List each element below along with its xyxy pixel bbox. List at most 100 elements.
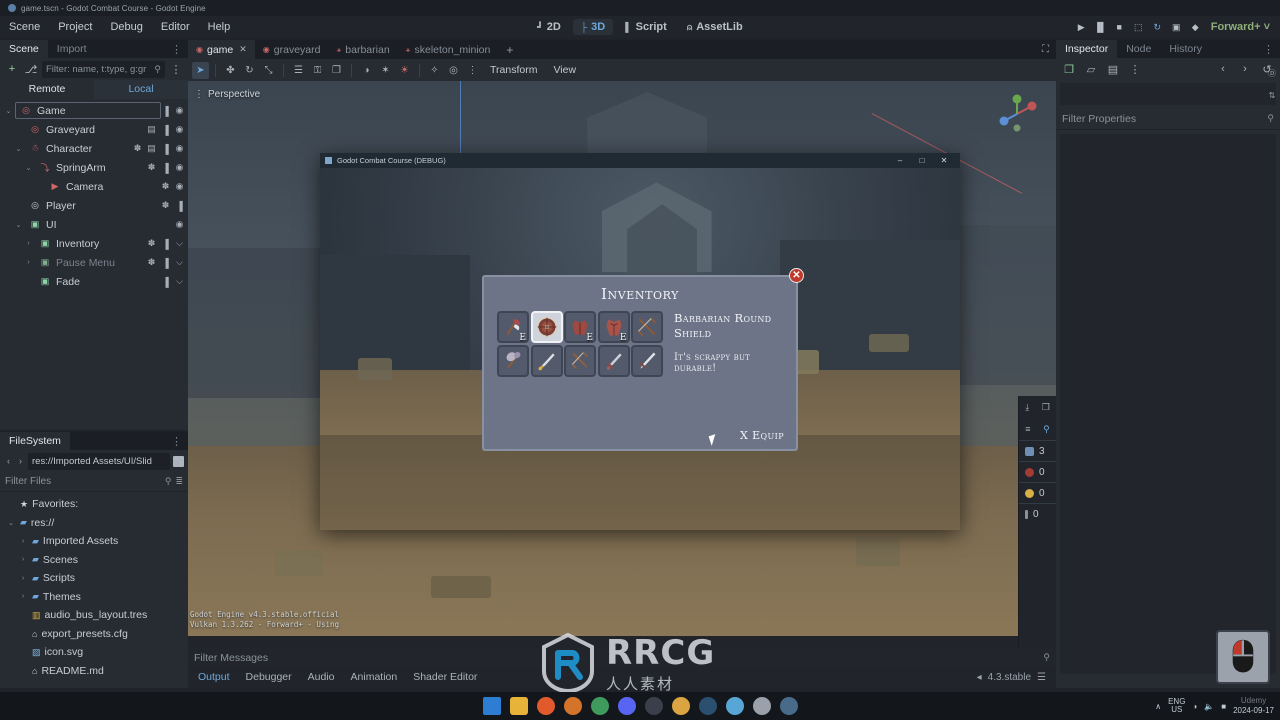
rotate-mode-icon[interactable]: ↻ — [241, 62, 258, 79]
expand-bottom-panel-icon[interactable]: ⛶ — [1035, 44, 1056, 55]
info-count[interactable]: 0 — [1019, 503, 1056, 524]
inventory-slot-battle-axe[interactable]: E — [497, 311, 529, 343]
lock-icon[interactable]: ⚿ — [309, 62, 326, 79]
script-icon[interactable]: ▐ — [161, 239, 170, 249]
game-canvas[interactable]: ✕ Inventory E E E Barbarian Round Shield I… — [320, 168, 960, 530]
viewport-perspective-label[interactable]: ⋮ Perspective — [194, 89, 260, 100]
scene-tree-item-inventory[interactable]: › ▣ Inventory ✽ ▐ ⌵ — [0, 234, 188, 253]
filter-messages-input[interactable]: Filter Messages ⚲ — [188, 648, 1056, 667]
brave-icon[interactable] — [563, 697, 582, 715]
scene-tab-skeleton-minion[interactable]: ⚹ skeleton_minion — [398, 40, 499, 59]
chevron-up-icon[interactable]: ∧ — [1155, 702, 1161, 711]
expander-icon[interactable]: ⌄ — [13, 145, 24, 153]
movie-writer-icon[interactable]: ⬚ — [1129, 18, 1148, 37]
script-icon[interactable]: ▐ — [161, 144, 170, 154]
filesystem-item-imported-assets[interactable]: › ▰ Imported Assets — [0, 532, 188, 551]
filesystem-item-readme-md[interactable]: ⌂ README.md — [0, 662, 188, 681]
tab-2d[interactable]: ┛ 2D — [529, 19, 568, 35]
ruler-icon[interactable]: ◑ — [358, 62, 375, 79]
script-icon[interactable]: ▐ — [161, 258, 170, 268]
script-icon[interactable]: ▐ — [175, 201, 184, 211]
history-prev-icon[interactable]: ‹ — [1215, 61, 1231, 77]
scene-tree-options-icon[interactable]: ⋮ — [168, 61, 184, 77]
resource-menu-icon[interactable]: ⋮ — [1127, 61, 1143, 77]
play-custom-scene-icon[interactable]: ◆ — [1186, 18, 1205, 37]
inventory-slot-long-sword[interactable] — [631, 344, 663, 377]
tab-import[interactable]: Import — [48, 40, 96, 58]
viewport-menu-transform[interactable]: Transform — [483, 64, 544, 76]
expander-icon[interactable]: ⌄ — [3, 107, 14, 115]
visibility-icon[interactable]: ◉ — [175, 219, 184, 230]
tab-3d[interactable]: ├ 3D — [572, 19, 614, 35]
scene-tab-barbarian[interactable]: ⚹ barbarian — [328, 40, 397, 59]
close-icon[interactable]: ✕ — [239, 44, 247, 55]
maximize-button[interactable]: □ — [911, 153, 933, 168]
volume-icon[interactable]: 🔈 — [1204, 702, 1214, 711]
filter-icon[interactable]: ≡ — [1025, 424, 1030, 434]
tab-local[interactable]: Local — [94, 80, 188, 99]
signal-icon[interactable]: ✽ — [147, 257, 156, 268]
preview-sun-icon[interactable]: ◎ — [445, 62, 462, 79]
inventory-slot-crossbow[interactable] — [631, 311, 663, 343]
scale-mode-icon[interactable]: ⤡ — [260, 62, 277, 79]
inventory-slot-crossbow-2[interactable] — [564, 344, 596, 377]
blender-icon[interactable] — [698, 697, 717, 715]
wifi-icon[interactable]: ◑ — [1192, 702, 1197, 711]
firefox-icon[interactable] — [536, 697, 555, 715]
nav-back-icon[interactable]: ‹ — [4, 456, 13, 466]
expander-icon[interactable]: › — [18, 556, 28, 563]
inventory-slot-chest-armor[interactable]: E — [597, 311, 630, 343]
scene-filter-input[interactable]: Filter: name, t:type, g:gr ⚲ — [42, 60, 165, 78]
filesystem-item-favorites[interactable]: ★ Favorites: — [0, 495, 188, 514]
inspector-filter-input[interactable]: Filter Properties ⚲ — [1056, 108, 1280, 130]
messages-count[interactable]: 3 — [1019, 440, 1056, 461]
inventory-slot-round-shield[interactable] — [530, 311, 563, 343]
filesystem-item-scenes[interactable]: › ▰ Scenes — [0, 551, 188, 570]
scene-icon[interactable]: ▤ — [147, 124, 156, 135]
equip-button[interactable]: X Equip — [740, 429, 784, 442]
collapse-icon[interactable]: ⌵ — [175, 238, 184, 249]
toggle-split-mode-icon[interactable] — [173, 455, 184, 467]
inventory-slot-war-hammer[interactable] — [497, 344, 529, 377]
inventory-close-button[interactable]: ✕ — [789, 268, 804, 283]
scene-tree-item-springarm[interactable]: ⌄ ⤵ SpringArm ✽ ▐ ◉ — [0, 158, 188, 177]
scene-dock-menu-icon[interactable]: ⋮ — [165, 40, 188, 58]
tab-remote[interactable]: Remote — [0, 80, 94, 99]
group-icon[interactable]: ❐ — [328, 62, 345, 79]
move-mode-icon[interactable]: ✤ — [222, 62, 239, 79]
start-button[interactable] — [482, 697, 501, 715]
tab-debugger[interactable]: Debugger — [238, 667, 300, 688]
play-scene-icon[interactable]: ▣ — [1167, 18, 1186, 37]
tab-inspector[interactable]: Inspector — [1056, 40, 1118, 58]
tab-assetlib[interactable]: ⍝ AssetLib — [679, 19, 751, 35]
filesystem-item-scripts[interactable]: › ▰ Scripts — [0, 569, 188, 588]
scene-tree-item-graveyard[interactable]: ◎ Graveyard ▤ ▐ ◉ — [0, 120, 188, 139]
nav-forward-icon[interactable]: › — [16, 456, 25, 466]
scene-tab-graveyard[interactable]: ◉ graveyard — [255, 40, 329, 59]
filesystem-filter-input[interactable]: Filter Files ⚲ ≣ — [0, 472, 188, 492]
inventory-slot-short-sword[interactable] — [597, 344, 630, 377]
signal-icon[interactable]: ✽ — [161, 200, 170, 211]
scene-tree-item-fade[interactable]: ▣ Fade ▐ ⌵ — [0, 272, 188, 291]
visibility-icon[interactable]: ◉ — [175, 162, 184, 173]
discord-icon[interactable] — [617, 697, 636, 715]
filesystem-path-value[interactable]: res://Imported Assets/UI/Slid — [28, 452, 170, 470]
minimize-button[interactable]: – — [889, 153, 911, 168]
obs-icon[interactable] — [644, 697, 663, 715]
run-project-icon[interactable]: ▶ — [1072, 18, 1091, 37]
layout-icon[interactable]: ☰ — [1037, 672, 1046, 683]
language-indicator[interactable]: ENG US — [1168, 697, 1185, 715]
tab-node[interactable]: Node — [1117, 40, 1160, 58]
reload-icon[interactable]: ↻ — [1148, 18, 1167, 37]
filesystem-dock-menu-icon[interactable]: ⋮ — [165, 432, 188, 450]
signal-icon[interactable]: ✽ — [147, 162, 156, 173]
filesystem-item-themes[interactable]: › ▰ Themes — [0, 588, 188, 607]
file-app-icon[interactable] — [671, 697, 690, 715]
warnings-count[interactable]: 0 — [1019, 482, 1056, 503]
save-resource-icon[interactable]: ▤ — [1105, 61, 1121, 77]
open-docs-icon[interactable]: Ⓓ — [1268, 68, 1276, 79]
select-mode-icon[interactable]: ➤ — [192, 61, 209, 79]
menu-editor[interactable]: Editor — [152, 18, 199, 36]
history-next-icon[interactable]: › — [1237, 61, 1253, 77]
inspector-dock-menu-icon[interactable]: ⋮ — [1257, 40, 1280, 58]
